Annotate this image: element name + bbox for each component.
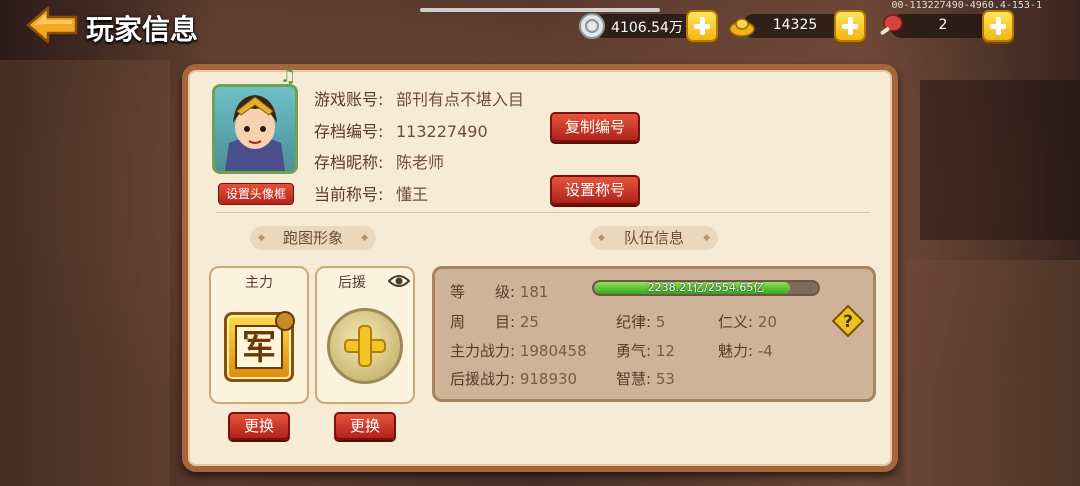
help-icon[interactable]: ? xyxy=(832,305,864,337)
support-power-stat: 后援战力: 918930 xyxy=(450,368,577,389)
plus-icon xyxy=(344,325,386,367)
meat-icon xyxy=(880,14,903,35)
title-value: 懂王 xyxy=(396,185,429,204)
monkey-face-icon xyxy=(275,311,295,331)
discipline-value: 5 xyxy=(655,313,666,331)
nickname-value: 陈老师 xyxy=(396,153,445,172)
save-id-label: 存档编号: xyxy=(314,122,384,141)
silver-coin-icon xyxy=(579,13,605,39)
benevolence-stat: 仁义: 20 xyxy=(718,311,777,332)
discipline-stat: 纪律: 5 xyxy=(616,311,665,332)
account-row: 游戏账号: 部刊有点不堪入目 xyxy=(314,86,524,110)
background-pillar-left xyxy=(0,60,170,486)
copy-id-button[interactable]: 复制编号 xyxy=(550,112,640,142)
eye-icon[interactable] xyxy=(388,274,410,288)
support-power-value: 918930 xyxy=(519,370,578,388)
gold-ingot-icon xyxy=(729,18,755,37)
hero-portrait-icon xyxy=(225,95,285,171)
swap-support-button[interactable]: 更换 xyxy=(334,412,396,440)
cycle-stat: 周 目: 25 xyxy=(450,311,539,332)
team-info-section-title: 队伍信息 xyxy=(590,226,718,250)
level-label: 等 级: xyxy=(450,283,516,301)
army-badge-icon[interactable]: 军 xyxy=(224,311,295,382)
back-arrow-icon[interactable] xyxy=(26,6,80,44)
swap-main-button[interactable]: 更换 xyxy=(228,412,290,440)
set-title-button[interactable]: 设置称号 xyxy=(550,175,640,205)
main-power-stat: 主力战力: 1980458 xyxy=(450,340,587,361)
benevolence-value: 20 xyxy=(757,313,777,331)
wisdom-label: 智慧: xyxy=(616,370,652,388)
support-slot-label: 后援 xyxy=(338,275,366,291)
meat-amount: 2 xyxy=(938,17,948,33)
wisdom-value: 53 xyxy=(655,370,675,388)
courage-label: 勇气: xyxy=(616,342,652,360)
svg-text:?: ? xyxy=(843,312,853,332)
account-label: 游戏账号: xyxy=(314,90,384,109)
run-image-section-title: 跑图形象 xyxy=(250,226,376,250)
wisdom-stat: 智慧: 53 xyxy=(616,368,675,389)
nickname-row: 存档昵称: 陈老师 xyxy=(314,149,444,173)
add-support-button[interactable] xyxy=(327,308,403,384)
silver-amount: 4106.54万 xyxy=(611,20,683,36)
background-floor-right xyxy=(905,260,1080,486)
background-window xyxy=(920,80,1080,240)
cycle-label: 周 目: xyxy=(450,313,516,331)
level-value: 181 xyxy=(519,283,549,301)
benevolence-label: 仁义: xyxy=(718,313,754,331)
main-power-label: 主力战力: xyxy=(450,342,516,360)
debug-id-text: 00-113227490-4960.4-153-1 xyxy=(891,0,1042,11)
charm-stat: 魅力: -4 xyxy=(718,340,773,361)
main-power-value: 1980458 xyxy=(519,342,587,360)
gold-amount: 14325 xyxy=(772,17,818,33)
account-value: 部刊有点不堪入目 xyxy=(396,90,525,109)
title-label: 当前称号: xyxy=(314,185,384,204)
section-divider xyxy=(216,212,870,213)
set-avatar-frame-button[interactable]: 设置头像框 xyxy=(218,183,294,205)
charm-label: 魅力: xyxy=(718,342,754,360)
add-meat-button[interactable] xyxy=(982,10,1014,42)
courage-value: 12 xyxy=(655,342,675,360)
discipline-label: 纪律: xyxy=(616,313,652,331)
cycle-value: 25 xyxy=(519,313,539,331)
add-silver-button[interactable] xyxy=(686,10,718,42)
nickname-label: 存档昵称: xyxy=(314,153,384,172)
save-id-row: 存档编号: 113227490 xyxy=(314,118,488,142)
save-id-value: 113227490 xyxy=(396,122,488,141)
level-stat: 等 级: 181 xyxy=(450,281,548,302)
exp-progress-text: 2238.21亿/2554.65亿 xyxy=(647,281,765,294)
music-note-icon: ♫ xyxy=(280,66,297,87)
charm-value: -4 xyxy=(757,342,773,360)
add-gold-button[interactable] xyxy=(834,10,866,42)
page-title: 玩家信息 xyxy=(86,13,199,46)
courage-stat: 勇气: 12 xyxy=(616,340,675,361)
title-row: 当前称号: 懂王 xyxy=(314,181,428,205)
player-avatar[interactable] xyxy=(212,84,298,174)
main-slot-label: 主力 xyxy=(245,275,273,291)
army-badge-text: 军 xyxy=(235,325,283,369)
support-power-label: 后援战力: xyxy=(450,370,516,388)
